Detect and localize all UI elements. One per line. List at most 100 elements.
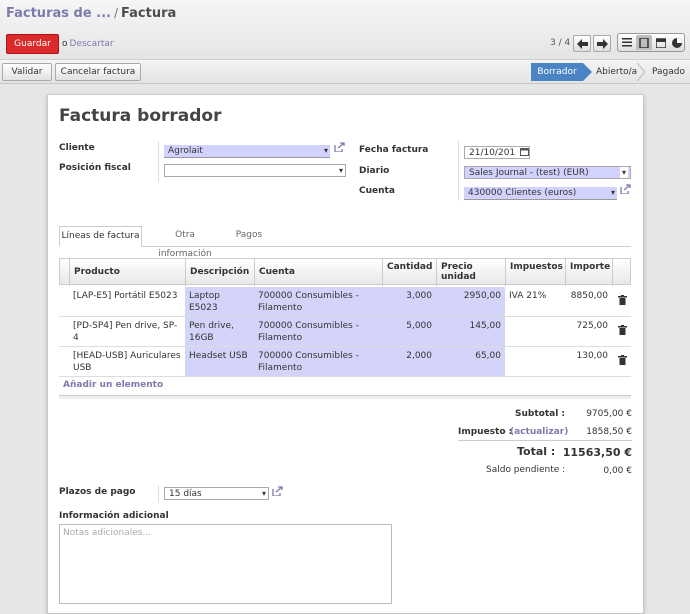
arrow-left-icon — [577, 39, 588, 49]
table-row[interactable]: [LAP-E5] Portátil E5023 Laptop E5023 700… — [59, 287, 631, 317]
table-row[interactable]: [PD-SP4] Pen drive, SP-4 Pen drive, 16GB… — [59, 317, 631, 347]
impuesto-label: Impuesto : — [458, 427, 513, 437]
column-handle — [60, 259, 70, 286]
notas-adicionales-textarea[interactable]: Notas adicionales... — [59, 524, 392, 604]
cell-importe: 725,00 — [576, 321, 609, 331]
table-row[interactable]: [HEAD-USB] Auriculares USB Headset USB 7… — [59, 347, 631, 377]
discard-link[interactable]: Descartar — [70, 39, 114, 49]
table-footer-divider — [59, 395, 631, 399]
save-button[interactable]: Guardar — [6, 34, 59, 54]
stage-open[interactable]: Abierto/a — [596, 63, 637, 81]
pager-previous-button[interactable] — [573, 35, 591, 52]
cell-producto: [PD-SP4] Pen drive, SP-4 — [73, 321, 178, 343]
view-list-button[interactable] — [619, 35, 635, 50]
column-descripcion[interactable]: Descripción — [186, 259, 255, 286]
cell-producto: [LAP-E5] Portátil E5023 — [73, 291, 178, 301]
dropdown-arrow-icon: ▾ — [323, 146, 328, 155]
total-label: Total : — [517, 445, 556, 458]
stage-paid[interactable]: Pagado — [652, 63, 685, 81]
cell-impuestos — [505, 317, 565, 346]
cell-precio-unidad: 145,00 — [436, 317, 505, 346]
discard-prefix: o — [62, 39, 68, 49]
cell-cantidad: 5,000 — [382, 317, 436, 346]
tab-otra-informacion[interactable]: Otra información — [147, 226, 223, 259]
top-bar: Facturas de ... / Factura Guardar o Descart… — [0, 0, 690, 60]
saldo-value: 0,00 € — [603, 466, 632, 476]
column-producto[interactable]: Producto — [70, 259, 186, 286]
cell-descripcion: Pen drive, 16GB — [185, 317, 254, 346]
calendar-icon[interactable] — [520, 147, 531, 157]
tab-lineas-factura[interactable]: Líneas de factura — [59, 226, 142, 247]
field-divider — [158, 141, 159, 182]
diario-value: Sales Journal - (test) (EUR) — [469, 168, 589, 178]
external-link-icon[interactable] — [334, 142, 345, 152]
status-bar: Validar Cancelar factura Borrador Abiert… — [0, 60, 690, 84]
impuesto-value: 1858,50 € — [586, 427, 632, 437]
view-calendar-button[interactable] — [653, 35, 669, 50]
cancel-invoice-button[interactable]: Cancelar factura — [55, 63, 141, 81]
dropdown-arrow-icon: ▾ — [338, 166, 343, 175]
cell-precio-unidad: 2950,00 — [436, 287, 505, 316]
column-impuestos[interactable]: Impuestos — [506, 259, 566, 286]
plazos-pago-value: 15 días — [169, 489, 202, 499]
breadcrumb-current: Factura — [121, 6, 177, 21]
subtotal-value: 9705,00 € — [586, 409, 632, 419]
stage-chevron-icon — [637, 63, 646, 81]
add-line-link[interactable]: Añadir un elemento — [63, 380, 163, 390]
breadcrumb-parent-link[interactable]: Facturas de ... — [6, 6, 111, 21]
fecha-factura-value: 21/10/201 — [469, 148, 516, 158]
plazos-pago-label: Plazos de pago — [59, 487, 136, 497]
cliente-value: Agrolait — [168, 146, 203, 156]
column-importe[interactable]: Importe — [566, 259, 613, 286]
trash-icon[interactable] — [618, 325, 627, 335]
breadcrumb-separator: / — [113, 6, 119, 20]
view-form-button[interactable] — [636, 35, 652, 50]
totals-divider — [458, 440, 632, 441]
column-cuenta[interactable]: Cuenta — [255, 259, 383, 286]
actualizar-link[interactable]: (actualizar) — [510, 427, 568, 437]
column-cantidad[interactable]: Cantidad — [383, 259, 437, 286]
field-divider — [458, 141, 459, 201]
posicion-fiscal-field[interactable]: ▾ — [164, 164, 346, 177]
cell-producto: [HEAD-USB] Auriculares USB — [73, 351, 181, 373]
trash-icon[interactable] — [618, 355, 627, 365]
cell-precio-unidad: 65,00 — [436, 347, 505, 376]
cliente-label: Cliente — [59, 143, 95, 153]
cell-importe: 8850,00 — [570, 291, 608, 301]
cliente-field[interactable]: Agrolait ▾ — [164, 145, 330, 158]
discard-area: o Descartar — [62, 39, 114, 49]
view-switcher — [617, 33, 685, 52]
cell-impuestos: IVA 21% — [509, 291, 547, 301]
notebook-tabs: Líneas de factura Otra información Pagos — [59, 226, 631, 259]
cell-importe: 130,00 — [576, 351, 609, 361]
diario-field[interactable]: Sales Journal - (test) (EUR) ▾ — [464, 166, 631, 179]
cell-descripcion: Laptop E5023 — [185, 287, 254, 316]
cell-descripcion: Headset USB — [185, 347, 254, 376]
arrow-right-icon — [597, 39, 608, 49]
validate-button[interactable]: Validar — [2, 63, 52, 81]
cell-cantidad: 2,000 — [382, 347, 436, 376]
list-view-icon — [622, 38, 632, 47]
external-link-icon[interactable] — [272, 486, 283, 496]
cell-impuestos — [505, 347, 565, 376]
cell-cantidad: 3,000 — [382, 287, 436, 316]
fecha-factura-label: Fecha factura — [359, 145, 429, 155]
view-graph-button[interactable] — [669, 35, 685, 50]
calendar-view-icon — [656, 38, 666, 48]
dropdown-arrow-icon: ▾ — [610, 188, 615, 197]
pager-next-button[interactable] — [593, 35, 611, 52]
page-title: Factura borrador — [59, 106, 222, 126]
external-link-icon[interactable] — [620, 184, 631, 194]
saldo-label: Saldo pendiente : — [486, 465, 566, 475]
invoice-lines-header: Producto Descripción Cuenta Cantidad Pre… — [59, 258, 631, 286]
stage-draft[interactable]: Borrador — [531, 63, 592, 81]
posicion-fiscal-label: Posición fiscal — [59, 163, 131, 173]
trash-icon[interactable] — [618, 295, 627, 305]
cuenta-field[interactable]: 430000 Clientes (euros) ▾ — [464, 187, 617, 200]
tab-pagos[interactable]: Pagos — [229, 226, 269, 247]
subtotal-label: Subtotal : — [515, 409, 566, 419]
dropdown-arrow-icon: ▾ — [619, 167, 628, 178]
plazos-pago-field[interactable]: 15 días ▾ — [164, 487, 269, 500]
column-precio-unidad[interactable]: Precio unidad — [437, 259, 506, 286]
cell-cuenta: 700000 Consumibles - Filamento — [254, 317, 382, 346]
